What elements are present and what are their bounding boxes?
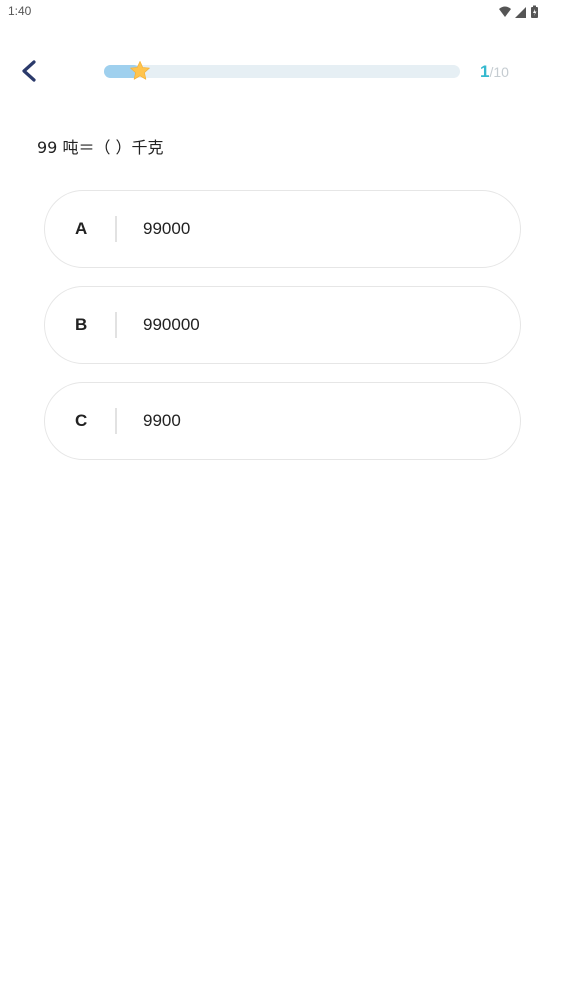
option-text: 99000 — [143, 219, 191, 238]
signal-icon — [515, 7, 526, 18]
wifi-icon — [499, 6, 511, 17]
option-divider — [115, 216, 117, 242]
option-letter: A — [75, 219, 88, 238]
back-button[interactable] — [14, 56, 46, 88]
status-icons — [495, 4, 543, 18]
option-divider — [115, 408, 117, 434]
option-c[interactable]: C 9900 — [44, 382, 521, 460]
status-bar: 1:40 — [0, 0, 565, 24]
star-icon — [129, 61, 150, 80]
battery-icon — [531, 5, 538, 18]
option-text: 9900 — [143, 411, 181, 430]
option-letter: B — [75, 315, 88, 334]
question-text: 99 吨＝（ ）千克 — [37, 138, 164, 157]
status-time: 1:40 — [8, 4, 32, 18]
option-letter: C — [75, 411, 88, 430]
progress-bar — [104, 61, 460, 80]
progress-total: /10 — [489, 64, 509, 80]
option-divider — [115, 312, 117, 338]
options-list: A 99000 B 990000 C 9900 — [44, 190, 521, 478]
option-b[interactable]: B 990000 — [44, 286, 521, 364]
chevron-left-icon — [22, 60, 36, 82]
option-text: 990000 — [143, 315, 200, 334]
option-a[interactable]: A 99000 — [44, 190, 521, 268]
progress-counter: 1/10 — [480, 62, 509, 82]
